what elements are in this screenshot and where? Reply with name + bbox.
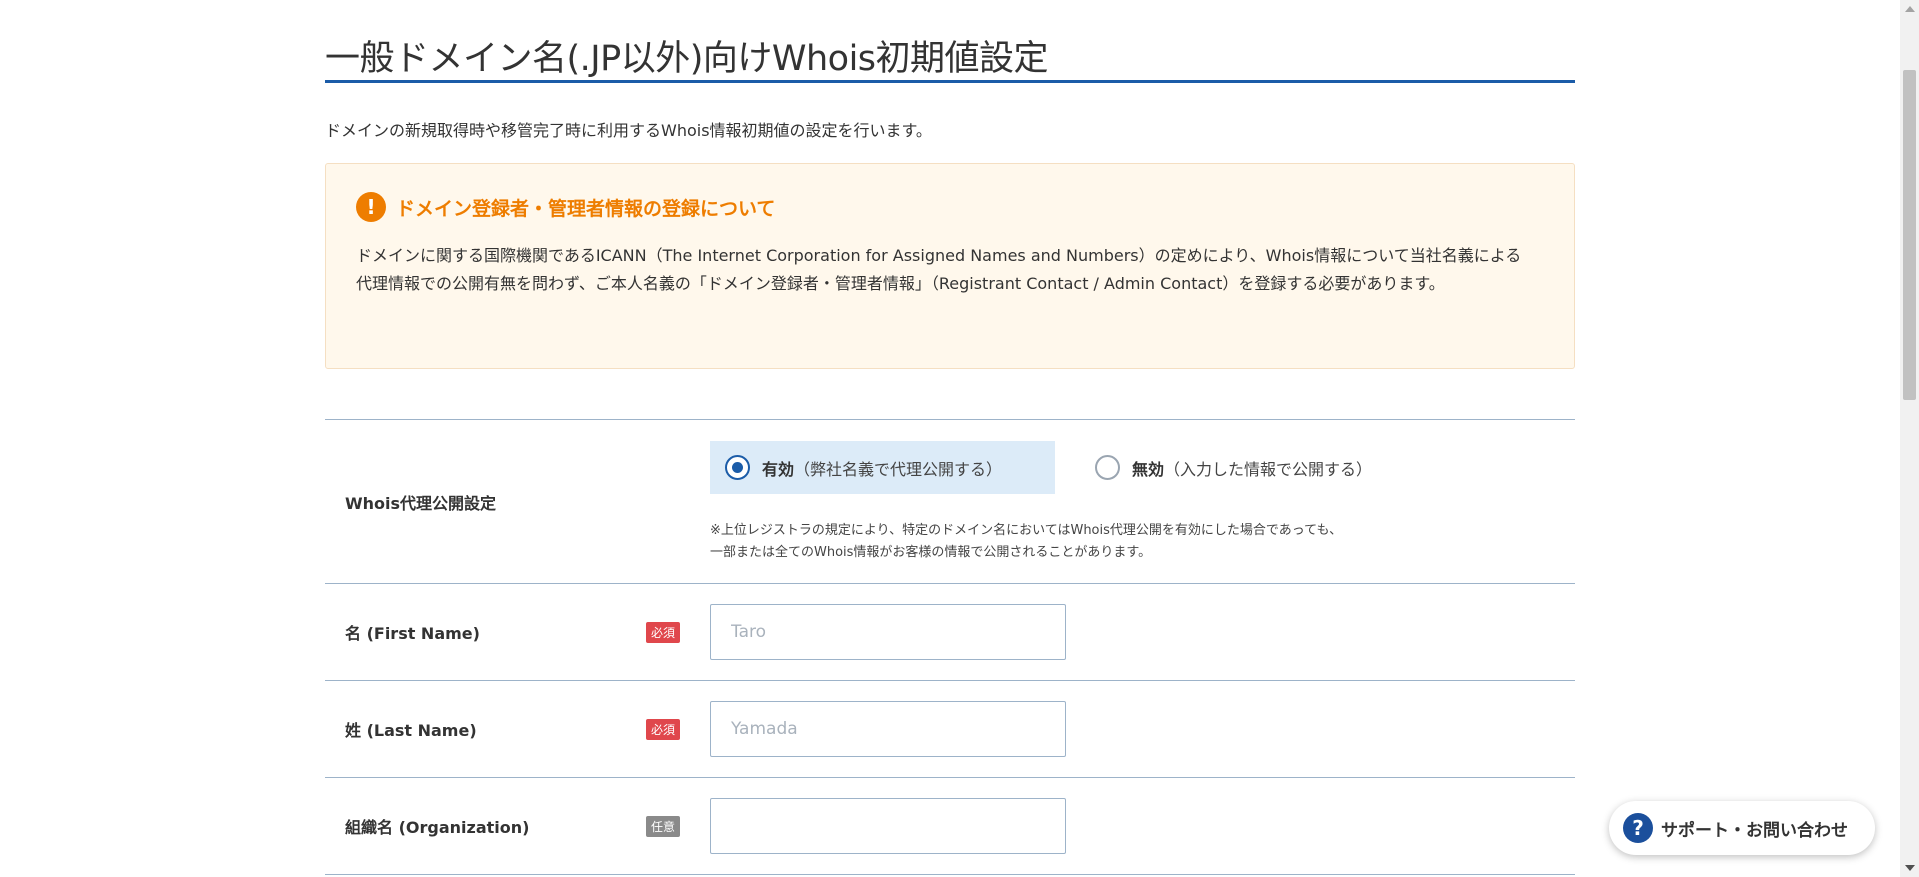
last-name-label-text: 姓 (Last Name)	[345, 721, 477, 740]
optional-badge: 任意	[645, 815, 680, 837]
support-label: サポート・お問い合わせ	[1661, 820, 1848, 841]
proxy-label: Whois代理公開設定	[325, 420, 710, 583]
proxy-note: ※上位レジストラの規定により、特定のドメイン名においてはWhois代理公開を有効…	[710, 520, 1342, 564]
first-name-label-text: 名 (First Name)	[345, 624, 480, 643]
exclamation-icon: !	[356, 192, 386, 222]
first-name-input[interactable]	[710, 604, 1066, 660]
last-name-input[interactable]	[710, 701, 1066, 757]
radio-enabled-sub: （弊社名義で代理公開する）	[794, 459, 1003, 479]
vertical-scrollbar[interactable]	[1900, 0, 1919, 877]
radio-disabled-label: 無効	[1132, 459, 1165, 479]
main-content: 一般ドメイン名(.JP以外)向けWhois初期値設定 ドメインの新規取得時や移管…	[325, 0, 1575, 875]
scroll-down-icon[interactable]	[1905, 865, 1915, 871]
proxy-field: 有効 （弊社名義で代理公開する） 無効 （入力した情報で公開する） ※上位レジス…	[710, 420, 1575, 583]
organization-input[interactable]	[710, 798, 1066, 854]
proxy-radio-disabled[interactable]: 無効 （入力した情報で公開する）	[1080, 441, 1392, 494]
notice-body: ドメインに関する国際機関であるICANN（The Internet Corpor…	[356, 246, 1522, 293]
page-description: ドメインの新規取得時や移管完了時に利用するWhois情報初期値の設定を行います。	[325, 121, 932, 140]
support-button[interactable]: ? サポート・お問い合わせ	[1609, 801, 1875, 855]
radio-disabled-sub: （入力した情報で公開する）	[1164, 459, 1373, 479]
last-name-field	[710, 681, 1575, 777]
proxy-note-line1: ※上位レジストラの規定により、特定のドメイン名においてはWhois代理公開を有効…	[710, 523, 1343, 538]
proxy-label-text: Whois代理公開設定	[345, 493, 497, 513]
form-row-first-name: 名 (First Name) 必須	[325, 584, 1575, 681]
form-row-last-name: 姓 (Last Name) 必須	[325, 681, 1575, 778]
notice-header: ! ドメイン登録者・管理者情報の登録について	[356, 192, 1544, 222]
question-icon: ?	[1623, 813, 1653, 843]
first-name-label: 名 (First Name) 必須	[325, 584, 710, 680]
form-row-proxy: Whois代理公開設定 有効 （弊社名義で代理公開する） 無効 （入力した情報で…	[325, 420, 1575, 584]
required-badge: 必須	[645, 718, 680, 740]
page-title: 一般ドメイン名(.JP以外)向けWhois初期値設定	[325, 0, 1575, 83]
notice-box: ! ドメイン登録者・管理者情報の登録について ドメインに関する国際機関であるIC…	[325, 163, 1575, 369]
first-name-field	[710, 584, 1575, 680]
radio-enabled-label: 有効	[762, 459, 795, 479]
whois-form: Whois代理公開設定 有効 （弊社名義で代理公開する） 無効 （入力した情報で…	[325, 419, 1575, 875]
radio-unselected-icon[interactable]	[1095, 455, 1120, 480]
organization-field	[710, 778, 1575, 874]
scroll-thumb[interactable]	[1903, 70, 1916, 400]
required-badge: 必須	[645, 621, 680, 643]
scroll-up-icon[interactable]	[1905, 6, 1915, 12]
proxy-radio-group: 有効 （弊社名義で代理公開する） 無効 （入力した情報で公開する）	[710, 441, 1392, 494]
proxy-note-line2: 一部または全てのWhois情報がお客様の情報で公開されることがあります。	[710, 545, 1152, 560]
organization-label-text: 組織名 (Organization)	[345, 818, 530, 837]
form-row-organization: 組織名 (Organization) 任意	[325, 778, 1575, 875]
notice-title: ドメイン登録者・管理者情報の登録について	[396, 197, 776, 220]
last-name-label: 姓 (Last Name) 必須	[325, 681, 710, 777]
organization-label: 組織名 (Organization) 任意	[325, 778, 710, 874]
proxy-radio-enabled[interactable]: 有効 （弊社名義で代理公開する）	[710, 441, 1055, 494]
radio-selected-icon[interactable]	[725, 455, 750, 480]
